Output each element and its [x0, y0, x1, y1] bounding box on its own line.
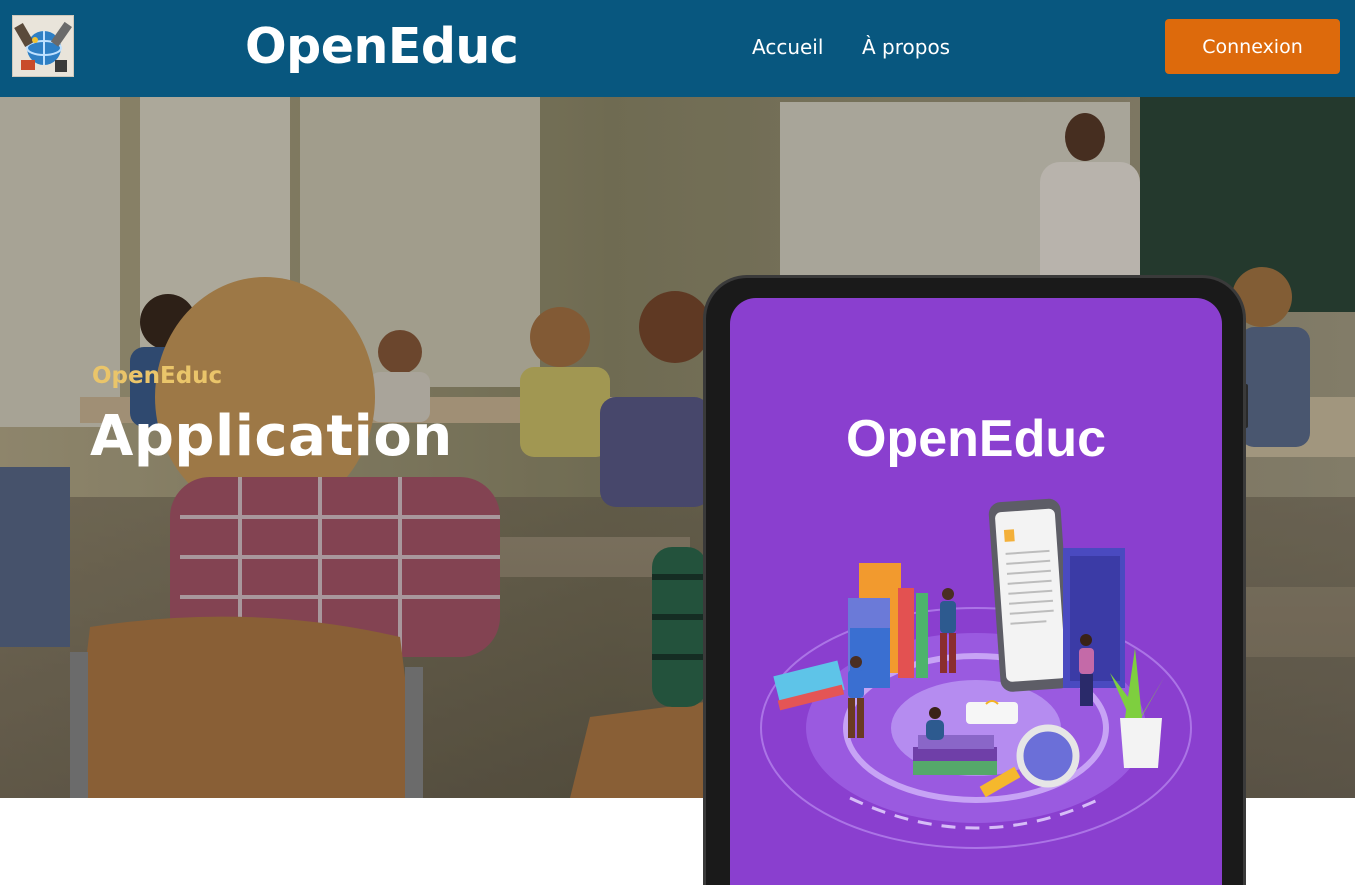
tablet-screen: OpenEduc [730, 298, 1222, 885]
nav-link-a-propos[interactable]: À propos [862, 32, 950, 62]
site-logo-icon[interactable] [12, 15, 74, 77]
nav-link-accueil[interactable]: Accueil [752, 32, 823, 62]
tablet-mockup: OpenEduc [703, 275, 1246, 885]
brand-title[interactable]: OpenEduc [245, 14, 519, 80]
tablet-screen-title: OpenEduc [845, 410, 1107, 468]
top-navbar: OpenEduc Accueil À propos Connexion [0, 0, 1355, 97]
education-illustration-icon [760, 498, 1192, 849]
hero-kicker: OpenEduc [92, 363, 223, 389]
login-button[interactable]: Connexion [1165, 19, 1340, 74]
hero-title: Application [90, 404, 453, 469]
